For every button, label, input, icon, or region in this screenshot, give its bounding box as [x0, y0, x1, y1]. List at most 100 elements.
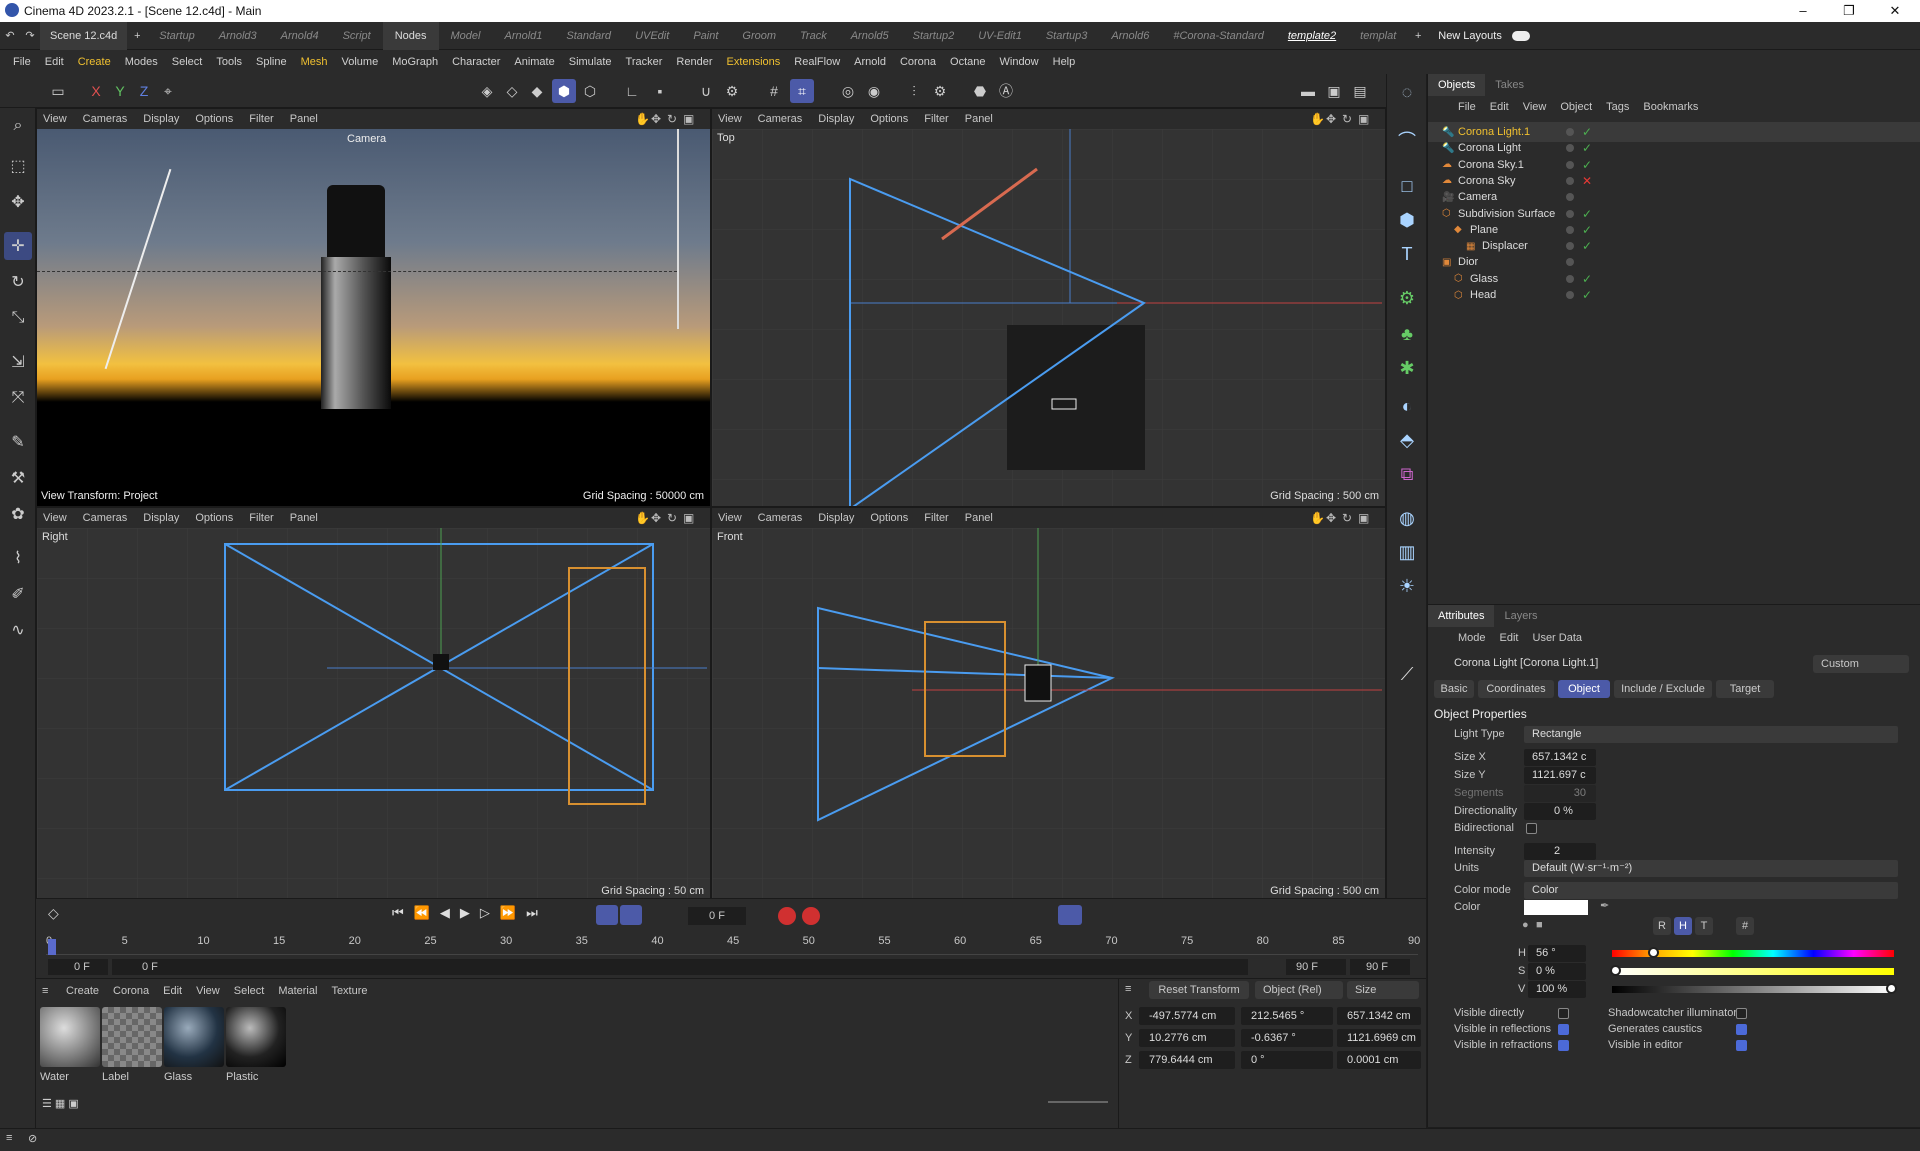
vp-menu-display[interactable]: Display [818, 113, 854, 125]
polygons-mode-icon[interactable]: ◆ [525, 79, 549, 103]
preset-dropdown[interactable]: Custom [1813, 655, 1909, 673]
visibility-dots[interactable] [1566, 128, 1574, 136]
viewport-front[interactable]: View Cameras Display Options Filter Pane… [711, 507, 1386, 902]
menu-edit[interactable]: Edit [38, 56, 71, 68]
dolly-icon[interactable]: ✥ [651, 112, 661, 126]
minimize-button[interactable]: – [1780, 0, 1826, 22]
enabled-check-icon[interactable]: ✓ [1582, 272, 1592, 286]
enabled-check-icon[interactable]: ✓ [1582, 158, 1592, 172]
menu-tracker[interactable]: Tracker [619, 56, 670, 68]
spline-create-icon[interactable]: ⌒ [1393, 126, 1421, 154]
value-slider[interactable] [1612, 986, 1894, 993]
mat-menu-view[interactable]: View [196, 985, 220, 997]
axis-tool-icon[interactable]: ⤧ [4, 384, 32, 412]
menu-arnold[interactable]: Arnold [847, 56, 893, 68]
bidirectional-checkbox[interactable] [1526, 823, 1537, 834]
camera-create-icon[interactable]: ▥ [1393, 538, 1421, 566]
preview-range-bar[interactable]: 0 F [112, 959, 1248, 975]
menu-render[interactable]: Render [669, 56, 719, 68]
color-mode-temp[interactable]: T [1695, 917, 1713, 935]
knife-icon[interactable]: ⚒ [4, 464, 32, 492]
vp-menu-filter[interactable]: Filter [249, 512, 273, 524]
autokey-mode-button[interactable] [620, 905, 642, 925]
deformer-icon[interactable]: ◐ [1393, 392, 1421, 420]
layout-tab[interactable]: Arnold4 [269, 22, 331, 50]
layout-tab[interactable]: Arnold6 [1099, 22, 1161, 50]
layout-tab[interactable]: templat [1348, 22, 1408, 50]
doc-tab[interactable]: Scene 12.c4d [40, 21, 128, 50]
menu-octane[interactable]: Octane [943, 56, 992, 68]
layout-tab[interactable]: Standard [554, 22, 623, 50]
coord-rot-field[interactable]: 0 ° [1241, 1051, 1333, 1069]
spline-pen-icon[interactable]: ✎ [4, 428, 32, 456]
edges-mode-icon[interactable]: ◇ [500, 79, 524, 103]
value-slider-knob[interactable] [1886, 983, 1897, 994]
pan-icon[interactable]: ✋ [1310, 511, 1325, 525]
eyedropper-icon[interactable]: ✒ [1600, 899, 1609, 912]
vp-menu-filter[interactable]: Filter [924, 512, 948, 524]
object-name[interactable]: Glass [1470, 273, 1498, 285]
mat-menu-create[interactable]: Create [66, 985, 99, 997]
object-name[interactable]: Displacer [1482, 240, 1528, 252]
layout-tab[interactable]: UV-Edit1 [966, 22, 1034, 50]
coord-system-icon[interactable]: ⌖ [156, 79, 180, 103]
vp-menu-panel[interactable]: Panel [965, 512, 993, 524]
tab-layers[interactable]: Layers [1494, 605, 1547, 627]
end-frame-field[interactable]: 90 F [1286, 959, 1346, 975]
coord-mode-dropdown[interactable]: Object (Rel) [1255, 981, 1343, 999]
menu-window[interactable]: Window [993, 56, 1046, 68]
paint-icon[interactable]: ✿ [4, 500, 32, 528]
vp-menu-panel[interactable]: Panel [290, 113, 318, 125]
coord-size-dropdown[interactable]: Size [1347, 981, 1419, 999]
layout-tab[interactable]: #Corona-Standard [1161, 22, 1276, 50]
tab-attributes[interactable]: Attributes [1428, 605, 1495, 627]
vp-menu-view[interactable]: View [718, 113, 742, 125]
coord-size-field[interactable]: 1121.6969 cm [1337, 1029, 1421, 1047]
mat-menu-texture[interactable]: Texture [331, 985, 367, 997]
menu-mograph[interactable]: MoGraph [385, 56, 445, 68]
obj-menu-bookmarks[interactable]: Bookmarks [1643, 101, 1698, 113]
text-create-icon[interactable]: T [1393, 240, 1421, 268]
coord-rot-field[interactable]: -0.6367 ° [1241, 1029, 1333, 1047]
coord-size-field[interactable]: 657.1342 cm [1337, 1007, 1421, 1025]
generates-caustics-checkbox[interactable] [1736, 1024, 1747, 1035]
mograph-cloner-icon[interactable]: ♣ [1393, 320, 1421, 348]
z-axis-lock[interactable]: Z [132, 79, 156, 103]
solo-icon[interactable]: ◉ [862, 79, 886, 103]
visible-editor-checkbox[interactable] [1736, 1040, 1747, 1051]
enabled-check-icon[interactable]: ✓ [1582, 239, 1592, 253]
rotate-tool-icon[interactable]: ↻ [4, 268, 32, 296]
color-mode-dropdown[interactable]: Color [1524, 882, 1898, 899]
current-frame-field[interactable]: 0 F [688, 907, 746, 925]
generator-icon[interactable]: ⚙ [1393, 284, 1421, 312]
x-axis-lock[interactable]: X [84, 79, 108, 103]
enabled-check-icon[interactable]: ✓ [1582, 125, 1592, 139]
grid-snap-icon[interactable]: ⌗ [790, 79, 814, 103]
uv-mode-icon[interactable]: ⬡ [578, 79, 602, 103]
cube-create-icon[interactable]: □ [1393, 172, 1421, 200]
h-field[interactable]: 56 ° [1528, 945, 1586, 962]
pan-icon[interactable]: ✋ [635, 511, 650, 525]
color-spectrum-icon[interactable]: ■ [1536, 919, 1543, 931]
size-x-field[interactable]: 657.1342 c [1524, 749, 1596, 766]
vp-menu-display[interactable]: Display [143, 113, 179, 125]
object-name[interactable]: Corona Light [1458, 142, 1521, 154]
view-mode-icons[interactable]: ☰ ▦ ▣ [42, 1097, 79, 1110]
layout-tab[interactable]: Paint [681, 22, 730, 50]
maximize-view-icon[interactable]: ▣ [1358, 511, 1369, 525]
menu-create[interactable]: Create [71, 56, 118, 68]
primitive-icon[interactable]: ⬢ [1393, 206, 1421, 234]
obj-menu-view[interactable]: View [1523, 101, 1547, 113]
visible-refractions-checkbox[interactable] [1558, 1040, 1569, 1051]
menu-corona[interactable]: Corona [893, 56, 943, 68]
menu-character[interactable]: Character [445, 56, 507, 68]
v-field[interactable]: 100 % [1528, 981, 1586, 998]
visibility-dots[interactable] [1566, 242, 1574, 251]
visibility-dots[interactable] [1566, 176, 1574, 185]
hamburger-icon[interactable]: ≡ [42, 985, 48, 997]
vp-menu-view[interactable]: View [718, 512, 742, 524]
material-label[interactable] [102, 1007, 162, 1067]
vp-menu-view[interactable]: View [43, 113, 67, 125]
shadowcatcher-checkbox[interactable] [1736, 1008, 1747, 1019]
scale-tool-icon[interactable]: ⤡ [4, 304, 32, 332]
